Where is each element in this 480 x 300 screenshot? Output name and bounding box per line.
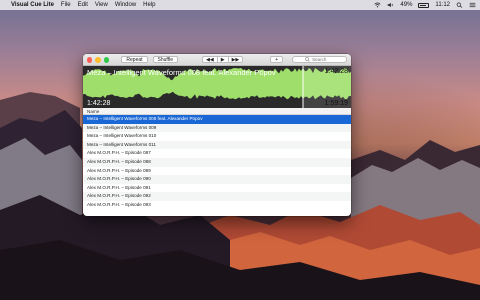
playlist-row[interactable]: Alex M.O.R.P.H. – Episode 091	[83, 184, 351, 193]
add-track-button[interactable]: +	[270, 56, 284, 63]
playlist-row[interactable]: Alex M.O.R.P.H. – Episode 087	[83, 149, 351, 158]
total-time-label: 1:42:28	[324, 68, 348, 75]
menu-bar: Visual Cue Lite File Edit View Window He…	[0, 0, 480, 10]
playlist-rows: Meza – Intelligent Waveforms 008 feat. A…	[83, 115, 351, 210]
remaining-time-label: 1:59:19	[324, 100, 348, 107]
playlist-row[interactable]: Meza – Intelligent Waveforms 011	[83, 140, 351, 150]
search-field[interactable]	[292, 56, 348, 63]
menu-view[interactable]: View	[95, 0, 108, 10]
search-icon	[305, 57, 310, 62]
clock[interactable]: 11:12	[435, 0, 450, 10]
search-input[interactable]	[312, 57, 335, 62]
notification-center-icon[interactable]	[469, 2, 476, 8]
wifi-icon[interactable]	[374, 2, 381, 8]
waveform-display[interactable]: Meza – Intelligent Waveforms 008 feat. A…	[83, 66, 351, 108]
minimize-window-button[interactable]	[95, 56, 101, 63]
previous-track-button[interactable]: ◀◀	[202, 56, 218, 63]
menu-file[interactable]: File	[61, 0, 71, 10]
window-toolbar: Repeat Shuffle ◀◀ ▶ ▶▶ +	[83, 54, 351, 66]
menu-edit[interactable]: Edit	[78, 0, 88, 10]
zoom-window-button[interactable]	[103, 56, 110, 63]
app-menu[interactable]: Visual Cue Lite	[11, 0, 54, 10]
play-button[interactable]: ▶	[216, 56, 229, 63]
repeat-button[interactable]: Repeat	[121, 56, 148, 63]
spotlight-icon[interactable]	[456, 2, 463, 8]
battery-icon[interactable]	[418, 2, 430, 8]
status-area: 49% 11:12	[374, 0, 476, 10]
volume-icon[interactable]	[387, 2, 394, 8]
shuffle-button[interactable]: Shuffle	[152, 56, 179, 63]
transport-controls: ◀◀ ▶ ▶▶	[202, 56, 244, 63]
now-playing-title: Meza – Intelligent Waveforms 008 feat. A…	[87, 68, 276, 77]
playlist-row[interactable]: Alex M.O.R.P.H. – Episode 092	[83, 192, 351, 201]
playlist-row[interactable]: Meza – Intelligent Waveforms 010	[83, 132, 351, 141]
battery-percent: 49%	[400, 2, 413, 8]
column-header-name[interactable]: Name	[83, 108, 351, 115]
playlist-row[interactable]: Meza – Intelligent Waveforms 008 feat. A…	[83, 115, 351, 124]
playlist-row[interactable]: Alex M.O.R.P.H. – Episode 093	[83, 201, 351, 210]
playlist-row[interactable]: Alex M.O.R.P.H. – Episode 090	[83, 175, 351, 184]
elapsed-time-label: 1:42:28	[87, 100, 111, 107]
menu-help[interactable]: Help	[143, 0, 155, 10]
playlist-row[interactable]: Meza – Intelligent Waveforms 009	[83, 123, 351, 133]
playlist-table: Name Meza – Intelligent Waveforms 008 fe…	[83, 108, 351, 210]
player-window: Repeat Shuffle ◀◀ ▶ ▶▶ + Meza – Intellig…	[83, 54, 351, 216]
menu-window[interactable]: Window	[115, 0, 136, 10]
close-window-button[interactable]	[87, 56, 93, 63]
playlist-row[interactable]: Alex M.O.R.P.H. – Episode 089	[83, 167, 351, 176]
playlist-row[interactable]: Alex M.O.R.P.H. – Episode 088	[83, 157, 351, 167]
next-track-button[interactable]: ▶▶	[227, 56, 244, 63]
